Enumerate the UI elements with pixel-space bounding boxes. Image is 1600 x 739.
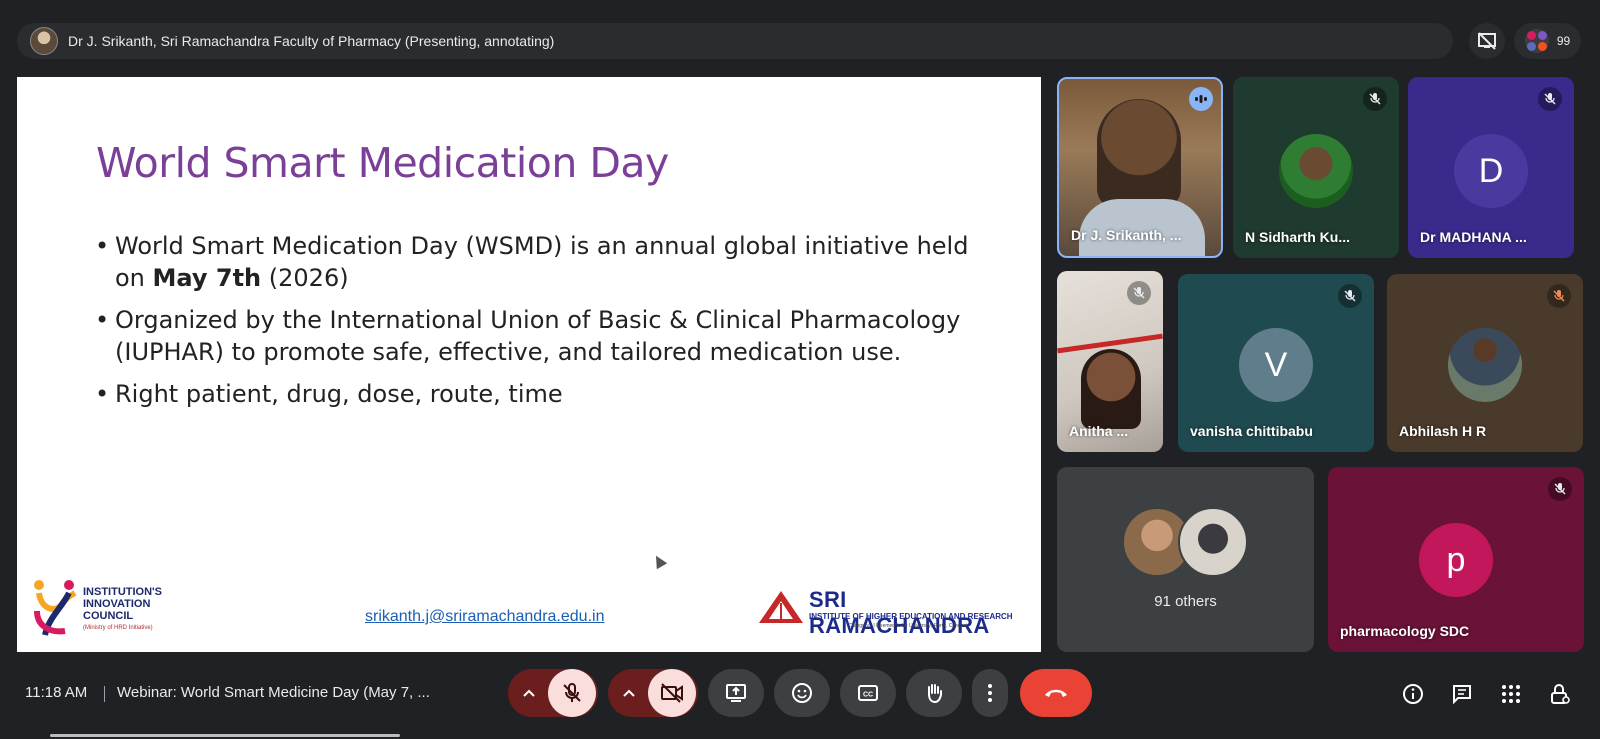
iic-logo: INSTITUTION'S INNOVATION COUNCIL (Minist… — [31, 577, 221, 639]
video-settings-button[interactable] — [610, 669, 648, 717]
divider — [104, 686, 105, 702]
captions-button[interactable]: CC — [840, 669, 896, 717]
bullet-item: World Smart Medication Day (WSMD) is an … — [95, 230, 975, 294]
slide-bullets: World Smart Medication Day (WSMD) is an … — [95, 230, 975, 420]
participant-name: pharmacology SDC — [1340, 623, 1470, 639]
people-count: 99 — [1556, 34, 1571, 48]
participant-tile[interactable]: p pharmacology SDC — [1328, 467, 1584, 652]
audio-settings-button[interactable] — [510, 669, 548, 717]
chat-icon — [1453, 685, 1471, 705]
participant-avatar: p — [1419, 523, 1493, 597]
iic-emblem-icon — [34, 580, 77, 636]
participant-tile[interactable]: V vanisha chittibabu — [1178, 274, 1374, 452]
participant-avatar — [1178, 507, 1248, 577]
presenter-avatar — [30, 27, 58, 55]
presenter-email-link[interactable]: srikanth.j@sriramachandra.edu.in — [365, 608, 604, 626]
bullet-item: Organized by the International Union of … — [95, 304, 975, 368]
chevron-up-icon — [623, 689, 635, 697]
captions-icon: CC — [858, 685, 878, 701]
participant-tile[interactable]: Abhilash H R — [1387, 274, 1583, 452]
participant-name: N Sidharth Ku... — [1245, 229, 1350, 245]
meeting-title: Webinar: World Smart Medicine Day (May 7… — [117, 684, 430, 701]
camera-control-group — [608, 669, 698, 717]
mic-off-icon — [1547, 284, 1571, 308]
captions-button-wrap: CC — [840, 669, 896, 717]
sri-ramachandra-emblem-icon — [759, 591, 803, 623]
reactions-button[interactable] — [774, 669, 830, 717]
raise-hand-button-wrap — [906, 669, 962, 717]
present-screen-button[interactable] — [708, 669, 764, 717]
participant-video — [1081, 349, 1141, 429]
mic-off-icon — [563, 683, 581, 702]
mic-toggle-button[interactable] — [548, 669, 596, 717]
raise-hand-icon — [928, 684, 942, 704]
activities-button[interactable] — [1498, 681, 1524, 707]
participant-avatar: V — [1239, 328, 1313, 402]
reactions-button-wrap — [774, 669, 830, 717]
activities-icon — [1502, 685, 1520, 703]
participant-name: Dr MADHANA ... — [1420, 229, 1527, 245]
camera-toggle-button[interactable] — [648, 669, 696, 717]
clock: 11:18 AM — [25, 684, 88, 701]
raise-hand-button[interactable] — [906, 669, 962, 717]
participant-video — [1097, 99, 1181, 209]
participant-tile[interactable]: D Dr MADHANA ... — [1408, 77, 1574, 258]
people-avatars-icon — [1524, 29, 1549, 53]
emoji-icon — [792, 683, 812, 703]
participant-avatar: D — [1454, 134, 1528, 208]
mouse-cursor-icon — [650, 552, 668, 570]
mic-off-icon — [1127, 281, 1151, 305]
end-call-icon — [1045, 689, 1067, 697]
chevron-up-icon — [523, 689, 535, 697]
present-button-wrap — [708, 669, 764, 717]
more-options-wrap — [972, 669, 1008, 717]
end-call-button[interactable] — [1020, 669, 1092, 717]
participant-avatar — [1279, 134, 1353, 208]
stop-presenting-icon — [1478, 32, 1496, 50]
participant-tile[interactable]: N Sidharth Ku... — [1233, 77, 1399, 258]
speaking-indicator-icon — [1189, 87, 1213, 111]
meeting-info-button[interactable] — [1400, 681, 1426, 707]
participant-name: Abhilash H R — [1399, 423, 1487, 439]
info-icon — [1403, 684, 1423, 704]
people-button[interactable]: 99 — [1514, 23, 1581, 59]
host-controls-button[interactable] — [1547, 681, 1573, 707]
bullet-item: Right patient, drug, dose, route, time — [95, 378, 975, 410]
camera-off-icon — [661, 683, 683, 703]
chat-button[interactable] — [1449, 681, 1475, 707]
slide-title: World Smart Medication Day — [96, 139, 669, 187]
participant-tile[interactable]: Dr J. Srikanth, ... — [1057, 77, 1223, 258]
presenter-label: Dr J. Srikanth, Sri Ramachandra Faculty … — [68, 33, 555, 49]
svg-text:CC: CC — [863, 692, 873, 699]
participant-name: Anitha ... — [1069, 423, 1129, 439]
others-tile[interactable]: 91 others — [1057, 467, 1314, 652]
presenter-bar[interactable]: Dr J. Srikanth, Sri Ramachandra Faculty … — [17, 23, 1453, 59]
host-controls-icon — [1551, 684, 1570, 704]
more-options-button[interactable] — [972, 669, 1008, 717]
end-call-wrap — [1019, 669, 1093, 717]
presented-slide: World Smart Medication Day World Smart M… — [17, 77, 1041, 652]
mic-control-group — [508, 669, 598, 717]
participant-name: vanisha chittibabu — [1190, 423, 1313, 439]
horizontal-scrollbar[interactable] — [50, 734, 400, 737]
mic-off-icon — [1338, 284, 1362, 308]
mic-off-icon — [1548, 477, 1572, 501]
present-screen-icon — [726, 684, 746, 702]
participant-tile[interactable]: Anitha ... — [1057, 271, 1163, 452]
participant-name: Dr J. Srikanth, ... — [1071, 227, 1182, 243]
sri-ramachandra-logo: SRI RAMACHANDRA INSTITUTE OF HIGHER EDUC… — [757, 585, 1022, 638]
mic-off-icon — [1363, 87, 1387, 111]
participant-avatar — [1448, 328, 1522, 402]
more-vert-icon — [988, 684, 992, 702]
mic-off-icon — [1538, 87, 1562, 111]
others-count-label: 91 others — [1154, 593, 1217, 610]
iic-logo-text: INSTITUTION'S INNOVATION COUNCIL (Minist… — [83, 586, 163, 631]
stop-presenting-button[interactable] — [1469, 23, 1505, 59]
